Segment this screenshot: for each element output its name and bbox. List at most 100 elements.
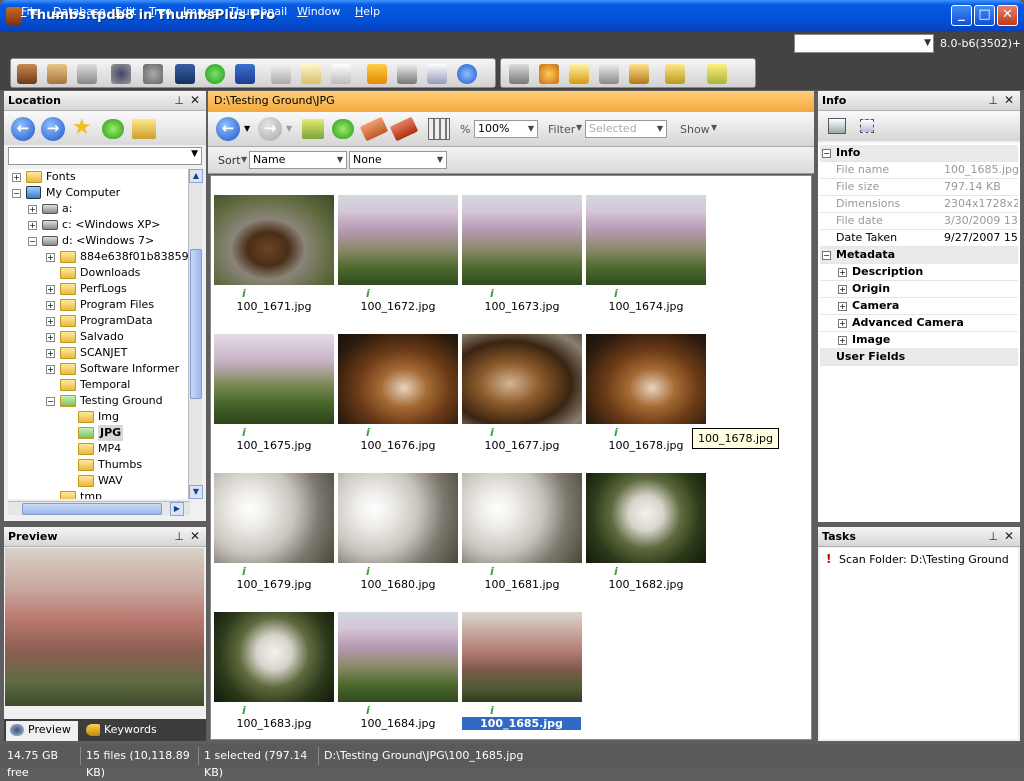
thumbnail-image[interactable]	[586, 473, 706, 563]
thumbnail-label[interactable]: 100_1673.jpg	[460, 300, 584, 313]
thumbnail-image[interactable]	[462, 334, 582, 424]
user-icon[interactable]	[17, 64, 37, 84]
show-label[interactable]: Show	[680, 123, 710, 136]
minimize-button[interactable]: _	[951, 5, 972, 26]
property-row[interactable]: Dimensions 2304x1728x24	[820, 196, 1018, 213]
eraser-icon[interactable]	[359, 116, 389, 142]
close-icon[interactable]: ✕	[1004, 93, 1014, 107]
copy-icon[interactable]	[301, 64, 321, 84]
menu-window[interactable]: Window	[297, 5, 340, 18]
app-icon[interactable]	[6, 7, 22, 25]
thumbnail-label[interactable]: 100_1685.jpg	[462, 717, 581, 730]
refresh-icon[interactable]	[332, 119, 354, 139]
collapse-icon[interactable]: −	[12, 189, 21, 198]
tree-item[interactable]: + c: <Windows XP>	[8, 217, 192, 233]
thumbnail-image[interactable]	[214, 334, 334, 424]
thumbnail-item[interactable]: i 100_1676.jpg	[336, 315, 460, 454]
thumbnail-label[interactable]: 100_1679.jpg	[212, 578, 336, 591]
thumbnail-image[interactable]	[462, 473, 582, 563]
metadata-category[interactable]: + Description	[820, 264, 1018, 281]
close-icon[interactable]: ✕	[190, 93, 200, 107]
expand-icon[interactable]: +	[46, 349, 55, 358]
thumbnail-label[interactable]: 100_1681.jpg	[460, 578, 584, 591]
close-icon[interactable]: ✕	[1004, 529, 1014, 543]
thumbnail-label[interactable]: 100_1677.jpg	[460, 439, 584, 452]
tree-item[interactable]: MP4	[8, 441, 192, 457]
thumbnail-image[interactable]	[338, 612, 458, 702]
tree-item[interactable]: − My Computer	[8, 185, 192, 201]
email-icon[interactable]	[427, 64, 447, 84]
thumbnail-label[interactable]: 100_1676.jpg	[336, 439, 460, 452]
back-icon[interactable]: ←	[216, 117, 240, 141]
thumbnail-item[interactable]: i 100_1681.jpg	[460, 454, 584, 593]
tree-item[interactable]: Thumbs	[8, 457, 192, 473]
thumbnail-image[interactable]	[214, 473, 334, 563]
location-combo[interactable]: ▼	[8, 147, 202, 165]
back-icon[interactable]: ←	[11, 117, 35, 141]
folder-refresh-icon[interactable]	[132, 119, 156, 139]
thumbnail-label[interactable]: 100_1671.jpg	[212, 300, 336, 313]
folder-plugin-alt-icon[interactable]	[707, 64, 727, 84]
expand-icon[interactable]: +	[46, 253, 55, 262]
tree-item[interactable]: Img	[8, 409, 192, 425]
tree-item[interactable]: +884e638f01b83859	[8, 249, 192, 265]
folder-grid-icon[interactable]	[569, 64, 589, 84]
thumbnail-image[interactable]	[462, 195, 582, 285]
thumbnail-label[interactable]: 100_1684.jpg	[336, 717, 460, 730]
tab-preview[interactable]: Preview	[6, 721, 78, 741]
scroll-thumb[interactable]	[22, 503, 162, 515]
collapse-icon[interactable]: −	[28, 237, 37, 246]
collapse-icon[interactable]: −	[822, 251, 831, 260]
menu-image[interactable]: Image	[183, 5, 217, 18]
zoom-combo[interactable]: 100% ▼	[474, 120, 538, 138]
metadata-category[interactable]: + Origin	[820, 281, 1018, 298]
pin-icon[interactable]: ⊥	[988, 94, 998, 107]
expand-icon[interactable]: +	[46, 317, 55, 326]
thumbnail-image[interactable]	[214, 195, 334, 285]
eraser-x-icon[interactable]	[389, 116, 419, 142]
maximize-button[interactable]: □	[974, 5, 995, 26]
wrench-icon[interactable]	[509, 64, 529, 84]
tree-item[interactable]: tmp	[8, 489, 192, 499]
checkmark-icon[interactable]	[367, 64, 387, 84]
close-button[interactable]: ✕	[997, 5, 1018, 26]
close-icon[interactable]: ✕	[190, 529, 200, 543]
thumbnail-image[interactable]	[338, 334, 458, 424]
help-icon[interactable]	[457, 64, 477, 84]
expand-icon[interactable]: +	[46, 301, 55, 310]
sort-secondary-combo[interactable]: None ▼	[349, 151, 447, 169]
thumbnail-item[interactable]: i 100_1673.jpg	[460, 176, 584, 315]
user-fields-row[interactable]: User Fields	[820, 349, 1018, 366]
tree-item[interactable]: − d: <Windows 7>	[8, 233, 192, 249]
filter-combo[interactable]: Selected ▼	[585, 120, 667, 138]
thumbnail-label[interactable]: 100_1674.jpg	[584, 300, 708, 313]
expand-icon[interactable]: +	[46, 285, 55, 294]
select-icon[interactable]	[860, 119, 874, 133]
thumbnail-item[interactable]: i 100_1671.jpg	[212, 176, 336, 315]
eye-icon[interactable]	[111, 64, 131, 84]
expand-icon[interactable]: +	[28, 205, 37, 214]
thumbnail-item[interactable]: i 100_1685.jpg	[460, 593, 584, 732]
info-section-header[interactable]: − Info	[820, 145, 1018, 162]
monitor-icon[interactable]	[175, 64, 195, 84]
thumbnail-item[interactable]: i 100_1674.jpg	[584, 176, 708, 315]
thumbnail-label[interactable]: 100_1682.jpg	[584, 578, 708, 591]
tree-item[interactable]: + SCANJET	[8, 345, 192, 361]
chevron-down-icon[interactable]: ▼	[241, 155, 247, 164]
menu-thumbnail[interactable]: Thumbnail	[229, 5, 287, 18]
tree-item[interactable]: Temporal	[8, 377, 192, 393]
grid-view-icon[interactable]	[428, 118, 450, 140]
refresh-icon[interactable]	[102, 119, 124, 139]
printer-icon[interactable]	[397, 64, 417, 84]
metadata-category[interactable]: + Camera	[820, 298, 1018, 315]
property-row[interactable]: File date 3/30/2009 13:2	[820, 213, 1018, 230]
tree-item[interactable]: WAV	[8, 473, 192, 489]
folder-tree[interactable]: + Fonts − My Computer + a: + c: <Windows XP> − d:…	[8, 169, 192, 499]
menu-edit[interactable]: Edit	[115, 5, 136, 18]
tree-horizontal-scrollbar[interactable]	[8, 501, 190, 515]
tree-item[interactable]: + ProgramData	[8, 313, 192, 329]
thumbnail-image[interactable]	[462, 612, 582, 702]
pin-icon[interactable]: ⊥	[988, 530, 998, 543]
properties-icon[interactable]	[828, 118, 846, 134]
expand-icon[interactable]: +	[838, 285, 847, 294]
